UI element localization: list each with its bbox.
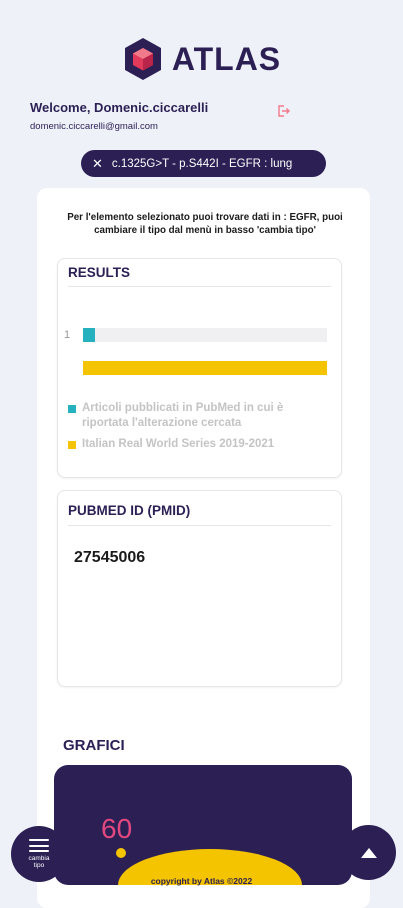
app-logo: ATLAS xyxy=(0,36,403,82)
app-name: ATLAS xyxy=(171,40,282,77)
filter-chip-label: c.1325G>T - p.S442I - EGFR : lung xyxy=(111,157,293,170)
bar-row-label: 1 xyxy=(64,329,71,341)
legend-label: Italian Real World Series 2019-2021 xyxy=(82,438,275,450)
legend-swatch xyxy=(68,441,76,449)
scroll-top-button[interactable] xyxy=(341,825,396,880)
charts-title: GRAFICI xyxy=(63,737,125,754)
legend-item-pubmed: Articoli pubblicati in PubMed in cui è r… xyxy=(68,401,318,431)
cube-logo-icon xyxy=(124,38,161,80)
logout-icon[interactable] xyxy=(276,104,290,118)
cambia-tipo-label: cambia tipo xyxy=(28,855,50,869)
info-text: Per l'elemento selezionato puoi trovare … xyxy=(67,212,343,236)
pmid-link[interactable]: 27545006 xyxy=(74,549,145,567)
arrow-up-icon xyxy=(360,847,377,858)
user-email: domenic.ciccarelli@gmail.com xyxy=(30,121,158,132)
menu-icon xyxy=(29,839,49,852)
gauge-card: 60 xyxy=(54,765,352,885)
pubmed-bar-track xyxy=(83,328,327,342)
results-title: RESULTS xyxy=(68,265,131,280)
pubmed-card: PUBMED ID (PMID) 27545006 xyxy=(57,490,342,687)
legend-swatch xyxy=(68,405,76,413)
cambia-tipo-button[interactable]: cambia tipo xyxy=(11,826,67,882)
close-icon[interactable]: ✕ xyxy=(92,156,103,172)
filter-chip[interactable]: ✕ c.1325G>T - p.S442I - EGFR : lung xyxy=(81,150,326,177)
gauge-arc xyxy=(116,848,302,885)
legend-label: Articoli pubblicati in PubMed in cui è r… xyxy=(82,402,284,429)
footer-copyright: copyright by Atlas ©2022 xyxy=(150,876,253,886)
results-card: RESULTS 1 Articoli pubblicati in PubMed … xyxy=(57,258,342,478)
pubmed-bar xyxy=(83,328,96,342)
rws-bar xyxy=(83,361,327,375)
pubmed-title: PUBMED ID (PMID) xyxy=(68,503,191,518)
results-divider xyxy=(68,286,331,287)
pubmed-divider xyxy=(68,525,331,526)
legend-item-rws: Italian Real World Series 2019-2021 xyxy=(68,437,318,452)
rws-bar-track xyxy=(83,361,327,375)
welcome-text: Welcome, Domenic.ciccarelli xyxy=(30,100,209,115)
